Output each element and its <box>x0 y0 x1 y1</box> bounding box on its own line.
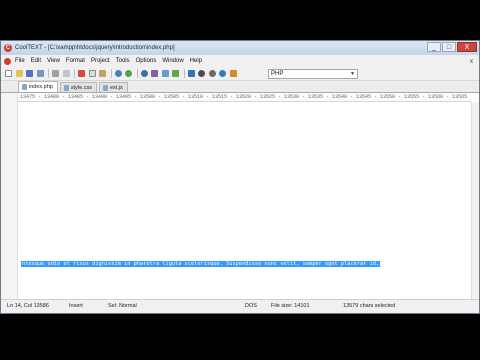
document-tabs: index.php style.css ext.js <box>1 81 479 93</box>
document-menu-icon[interactable] <box>4 57 11 65</box>
language-select-value: PHP <box>271 71 284 77</box>
toolbar-divider <box>110 69 112 78</box>
find-next-icon[interactable] <box>161 69 170 78</box>
toolbar: PHP ▼ <box>1 67 479 81</box>
selected-text[interactable]: ntesque odio et risus dignissim in phare… <box>21 261 381 267</box>
spellcheck-icon[interactable] <box>171 69 180 78</box>
tab-label: ext.js <box>109 84 123 91</box>
column-ruler: 13475 · 13480 · 13485 · 13490 · 13495 · … <box>18 93 471 102</box>
line-gutter <box>1 93 18 313</box>
menu-bar: File Edit View Format Project Tools Opti… <box>1 55 479 67</box>
tab-label: index.php <box>29 84 53 90</box>
minimize-button[interactable]: _ <box>427 42 441 52</box>
tab-style-css[interactable]: style.css <box>59 82 97 92</box>
document-close-button[interactable]: x <box>470 59 473 65</box>
tab-index-php[interactable]: index.php <box>18 81 58 92</box>
copy-icon[interactable] <box>88 69 97 78</box>
window-controls: _ □ X <box>426 42 477 52</box>
status-bar: Ln 14, Col 13586 Insert Sel: Normal DOS … <box>1 299 479 313</box>
menu-file[interactable]: File <box>15 58 25 64</box>
menu-project[interactable]: Project <box>91 58 110 64</box>
toolbar-divider <box>183 69 185 78</box>
close-button[interactable]: X <box>457 42 477 52</box>
js-file-icon <box>102 84 108 91</box>
paste-icon[interactable] <box>98 69 107 78</box>
print-icon[interactable] <box>51 69 60 78</box>
status-selection-mode: Sel: Normal <box>108 303 137 309</box>
new-file-icon[interactable] <box>4 69 13 78</box>
wordwrap-icon[interactable] <box>187 69 196 78</box>
status-encoding: DOS <box>245 303 257 309</box>
tab-label: style.css <box>70 84 92 91</box>
tab-ext-js[interactable]: ext.js <box>98 82 128 92</box>
menu-format[interactable]: Format <box>66 58 85 64</box>
toolbar-divider <box>48 69 49 78</box>
undo-icon[interactable] <box>114 69 123 78</box>
language-select[interactable]: PHP ▼ <box>268 69 358 79</box>
menu-tools[interactable]: Tools <box>116 58 130 64</box>
zoom-in-icon[interactable] <box>197 69 206 78</box>
color-picker-icon[interactable] <box>229 69 238 78</box>
open-folder-icon[interactable] <box>15 69 24 78</box>
app-logo-icon: C <box>4 44 12 52</box>
menu-window[interactable]: Window <box>162 58 183 64</box>
editor-window: C CoolTEXT - [C:\xampp\htdocs\jquery\int… <box>0 40 480 314</box>
redo-icon[interactable] <box>124 69 133 78</box>
save-all-icon[interactable] <box>36 69 45 78</box>
menu-edit[interactable]: Edit <box>31 58 41 64</box>
vertical-scrollbar[interactable] <box>471 102 479 313</box>
menu-options[interactable]: Options <box>136 58 157 64</box>
search-icon[interactable] <box>140 69 149 78</box>
menu-view[interactable]: View <box>47 58 60 64</box>
toolbar-divider <box>136 69 138 78</box>
find-in-files-icon[interactable] <box>218 69 227 78</box>
cut-icon[interactable] <box>77 69 86 78</box>
editor-area[interactable]: 13475 · 13480 · 13485 · 13490 · 13495 · … <box>1 93 479 313</box>
status-position: Ln 14, Col 13586 <box>7 303 49 309</box>
replace-icon[interactable] <box>150 69 159 78</box>
window-title: CoolTEXT - [C:\xampp\htdocs\jquery\intro… <box>15 45 175 51</box>
toolbar-divider <box>74 69 75 78</box>
selected-code-line[interactable]: ntesque odio et risus dignissim in phare… <box>21 260 469 268</box>
chevron-down-icon: ▼ <box>350 71 355 77</box>
php-file-icon <box>22 84 27 90</box>
status-chars-selected: 13579 chars selected <box>343 303 396 309</box>
title-bar[interactable]: C CoolTEXT - [C:\xampp\htdocs\jquery\int… <box>1 41 479 55</box>
print-preview-icon[interactable] <box>62 69 71 78</box>
status-filesize: File size: 14101 <box>271 303 310 309</box>
status-mode: Insert <box>69 303 83 309</box>
menu-help[interactable]: Help <box>190 58 202 64</box>
zoom-out-icon[interactable] <box>208 69 217 78</box>
css-file-icon <box>63 84 69 91</box>
maximize-button[interactable]: □ <box>442 42 456 52</box>
save-icon[interactable] <box>25 69 34 78</box>
